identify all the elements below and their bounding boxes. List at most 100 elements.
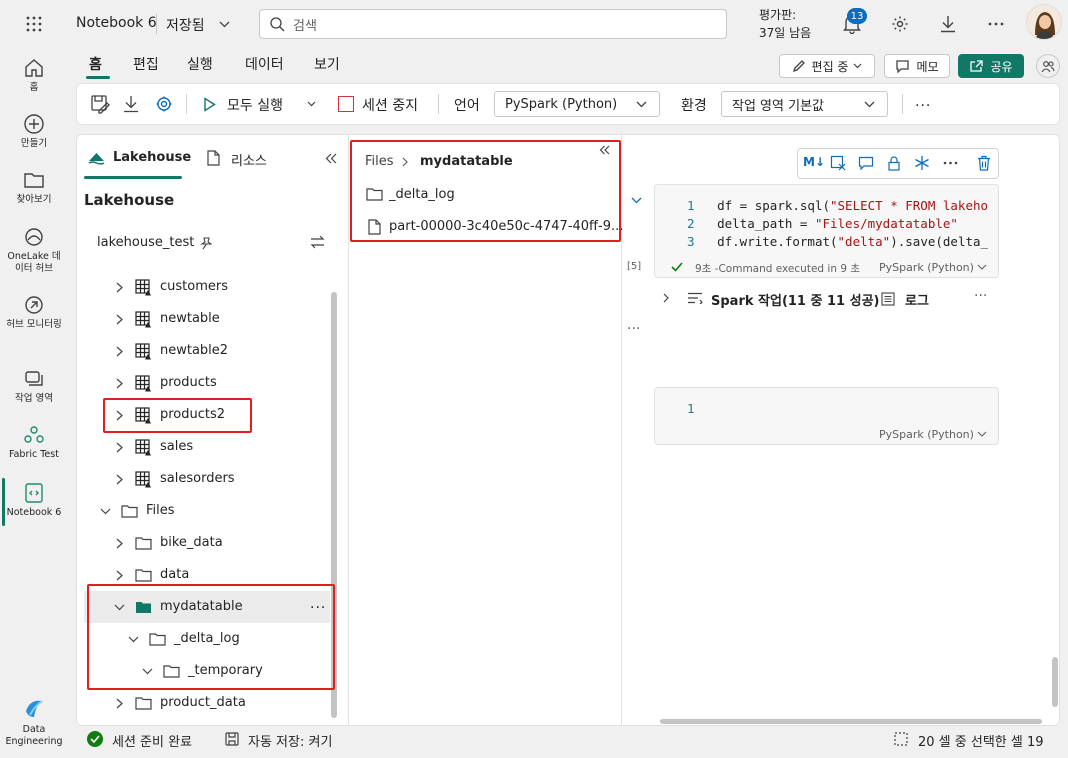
- breadcrumb-files[interactable]: Files: [365, 154, 394, 169]
- tree-item[interactable]: _delta_log: [84, 623, 330, 655]
- spark-jobs-summary[interactable]: Spark 작업(11 중 11 성공): [711, 290, 879, 309]
- download-icon[interactable]: [121, 93, 141, 115]
- lock-icon[interactable]: [886, 154, 902, 172]
- pin-icon[interactable]: [198, 235, 214, 251]
- chevron-right-icon[interactable]: [112, 440, 126, 454]
- tree-item[interactable]: product_data: [84, 687, 330, 719]
- chevron-right-icon[interactable]: [112, 696, 126, 710]
- autosave-status[interactable]: 자동 저장: 켜기: [248, 731, 332, 750]
- log-link[interactable]: 로그: [905, 290, 929, 309]
- notebook-hscrollbar[interactable]: [660, 719, 1042, 724]
- chevron-down-icon[interactable]: [140, 664, 154, 678]
- collapse-icon[interactable]: [596, 143, 612, 157]
- tree-item[interactable]: products2: [84, 399, 330, 431]
- toolbar-more-button[interactable]: ...: [915, 94, 931, 110]
- file-item[interactable]: part-00000-3c40e50c-4747-40ff-9...: [389, 219, 623, 234]
- app-launcher-icon[interactable]: [23, 13, 45, 35]
- chevron-right-icon[interactable]: [112, 344, 126, 358]
- chevron-right-icon[interactable]: [112, 280, 126, 294]
- rail-item-data-engineering[interactable]: Data Engineering: [0, 697, 68, 748]
- cell-collapse-icon[interactable]: [628, 194, 644, 206]
- trial-days[interactable]: 37일 남음: [759, 24, 811, 41]
- search-input[interactable]: 검색: [259, 9, 727, 39]
- rail-item-monitor[interactable]: 허브 모니터링: [0, 294, 68, 331]
- stop-session-button[interactable]: 세션 중지: [362, 95, 418, 115]
- chevron-down-icon[interactable]: [112, 600, 126, 614]
- trial-label[interactable]: 평가판:: [759, 6, 796, 23]
- play-icon[interactable]: [201, 95, 217, 113]
- chevron-down-icon[interactable]: [976, 429, 988, 439]
- cell-language[interactable]: PySpark (Python): [879, 428, 974, 441]
- tab-view[interactable]: 보기: [314, 54, 340, 74]
- download-icon[interactable]: [937, 13, 959, 35]
- tree-item[interactable]: customers: [84, 271, 330, 303]
- gutter-more-button[interactable]: ···: [627, 321, 640, 337]
- tree-item[interactable]: newtable2: [84, 335, 330, 367]
- row-more-button[interactable]: ...: [310, 596, 326, 612]
- chevron-right-icon[interactable]: [112, 536, 126, 550]
- explorer-scrollbar[interactable]: [331, 292, 337, 718]
- jobs-more-button[interactable]: ···: [974, 288, 987, 304]
- run-all-button[interactable]: 모두 실행: [227, 95, 283, 115]
- people-icon[interactable]: [1036, 54, 1060, 78]
- tab-home[interactable]: 홈: [89, 54, 102, 74]
- chevron-down-icon[interactable]: [976, 262, 988, 272]
- save-state[interactable]: 저장됨: [166, 15, 205, 35]
- tree-item[interactable]: salesorders: [84, 463, 330, 495]
- tree-item[interactable]: _temporary: [84, 655, 330, 687]
- chevron-right-icon[interactable]: [112, 312, 126, 326]
- edit-mode-button[interactable]: 편집 중: [779, 54, 875, 78]
- stop-icon[interactable]: [338, 96, 354, 112]
- rail-item-notebook[interactable]: Notebook 6: [0, 482, 68, 519]
- save-icon[interactable]: [89, 93, 111, 115]
- tab-resources[interactable]: 리소스: [231, 150, 267, 169]
- tree-item[interactable]: mydatatable...: [84, 591, 330, 623]
- chevron-right-icon[interactable]: [660, 291, 672, 305]
- rail-item-create[interactable]: 만들기: [0, 113, 68, 150]
- markdown-toggle-icon[interactable]: M↓: [803, 155, 825, 169]
- rail-item-onelake[interactable]: OneLake 데이터 허브: [0, 226, 68, 275]
- more-icon[interactable]: [985, 13, 1007, 35]
- notebook-vscrollbar[interactable]: [1052, 657, 1058, 707]
- tree-item[interactable]: Files: [84, 495, 330, 527]
- chevron-right-icon[interactable]: [112, 376, 126, 390]
- tree-item[interactable]: data: [84, 559, 330, 591]
- language-select[interactable]: PySpark (Python): [494, 91, 660, 117]
- chevron-right-icon[interactable]: [112, 408, 126, 422]
- rail-item-workspaces[interactable]: 작업 영역: [0, 368, 68, 405]
- tree-item[interactable]: newtable: [84, 303, 330, 335]
- lakehouse-name[interactable]: lakehouse_test: [97, 235, 194, 250]
- chevron-down-icon[interactable]: [126, 632, 140, 646]
- settings-icon[interactable]: [153, 93, 175, 115]
- file-item[interactable]: _delta_log: [389, 187, 455, 202]
- tree-item[interactable]: bike_data: [84, 527, 330, 559]
- environment-select[interactable]: 작업 영역 기본값: [721, 91, 888, 117]
- tab-edit[interactable]: 편집: [133, 54, 159, 74]
- comment-icon[interactable]: [857, 154, 875, 172]
- tab-data[interactable]: 데이터: [245, 54, 284, 74]
- tab-lakehouse[interactable]: Lakehouse: [113, 150, 191, 165]
- notebook-title[interactable]: Notebook 6: [76, 15, 157, 31]
- session-status[interactable]: 세션 준비 완료: [112, 731, 192, 750]
- swap-icon[interactable]: [307, 233, 327, 251]
- freeze-icon[interactable]: [913, 154, 931, 172]
- memo-button[interactable]: 메모: [884, 54, 950, 78]
- share-button[interactable]: 공유: [958, 54, 1024, 78]
- clear-output-icon[interactable]: [829, 154, 847, 172]
- tree-item[interactable]: products: [84, 367, 330, 399]
- tab-run[interactable]: 실행: [187, 54, 213, 74]
- chevron-right-icon[interactable]: [112, 472, 126, 486]
- chevron-down-icon[interactable]: [98, 504, 112, 518]
- rail-item-fabric-test[interactable]: Fabric Test: [0, 424, 68, 461]
- chevron-down-icon[interactable]: [305, 98, 317, 110]
- gear-icon[interactable]: [889, 13, 911, 35]
- chevron-down-icon[interactable]: [217, 16, 231, 32]
- chevron-right-icon[interactable]: [112, 568, 126, 582]
- more-icon[interactable]: [941, 154, 959, 172]
- tree-item[interactable]: sales: [84, 431, 330, 463]
- rail-item-home[interactable]: 홈: [0, 57, 68, 94]
- delete-icon[interactable]: [975, 154, 993, 172]
- avatar[interactable]: [1026, 4, 1062, 40]
- rail-item-browse[interactable]: 찾아보기: [0, 169, 68, 206]
- collapse-icon[interactable]: [322, 150, 340, 166]
